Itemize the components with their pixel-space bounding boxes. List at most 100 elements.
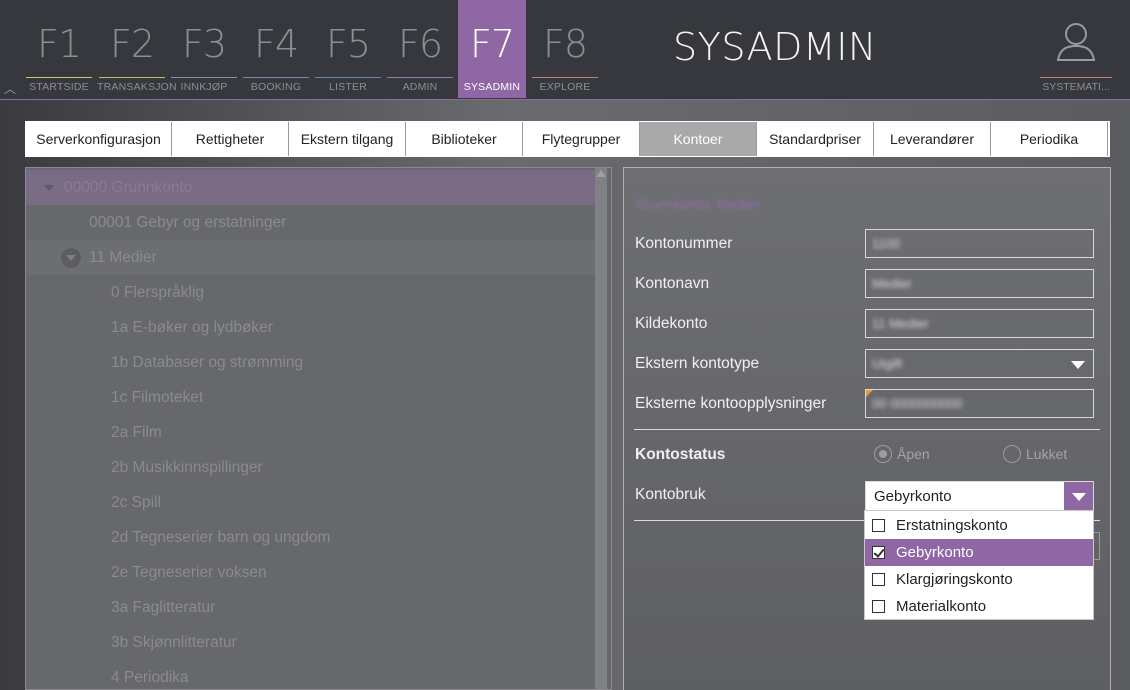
tree-item-label: 1b Databaser og strømming — [111, 354, 304, 371]
form-heading: Grunnkonto, Medier — [636, 196, 760, 212]
tree-item-label: 2b Musikkinnspillinger — [111, 459, 263, 476]
fkey-f4[interactable]: F4 BOOKING — [241, 0, 311, 98]
fkey-f6[interactable]: F6 ADMIN — [385, 0, 455, 98]
radio-circle-icon — [1003, 445, 1021, 463]
radio-circle-icon — [874, 445, 892, 463]
chevron-down-icon — [1071, 361, 1085, 369]
eksterne-kontoopplysninger-value: 00 0000000000 — [872, 396, 963, 411]
dropdown-option[interactable]: Klargjøringskonto — [865, 566, 1093, 593]
tree-item-label: 0 Flerspråklig — [111, 284, 205, 301]
checkbox[interactable] — [872, 546, 885, 559]
fkey-label: ADMIN — [402, 81, 438, 93]
fkey-underline — [26, 77, 92, 78]
fkey-number: F7 — [469, 22, 515, 66]
tree-item[interactable]: 2e Tegneserier voksen — [26, 555, 596, 590]
fkey-f2[interactable]: F2 TRANSAKSJON — [97, 0, 177, 98]
ekstern-kontotype-select[interactable]: Utgift — [865, 349, 1094, 378]
kontonavn-value: Medier — [872, 276, 912, 291]
account-tree: 00000 Grunnkonto 00001 Gebyr og erstatni… — [25, 167, 612, 690]
kontonummer-field[interactable]: 1100 — [865, 229, 1094, 258]
dropdown-option-label: Erstatningskonto — [896, 517, 1008, 534]
eksterne-kontoopplysninger-field[interactable]: 00 0000000000 — [865, 389, 1094, 418]
tree-item[interactable]: 3b Skjønnlitteratur — [26, 625, 596, 660]
kontonummer-label: Kontonummer — [635, 235, 733, 252]
tree-item-label: 00000 Grunnkonto — [64, 179, 193, 196]
kontonavn-label: Kontonavn — [635, 275, 710, 292]
fkey-f1[interactable]: F1 STARTSIDE — [24, 0, 94, 98]
tree-item[interactable]: 2b Musikkinnspillinger — [26, 450, 596, 485]
checkbox[interactable] — [872, 519, 885, 532]
tree-item[interactable]: 3a Faglitteratur — [26, 590, 596, 625]
tree-item-label: 4 Periodika — [111, 669, 189, 686]
radio-open-label: Åpen — [897, 446, 930, 462]
tree-item[interactable]: 1a E-bøker og lydbøker — [26, 310, 596, 345]
tree-item[interactable]: 00000 Grunnkonto — [26, 170, 596, 205]
scroll-up-arrow-icon[interactable] — [596, 170, 606, 177]
user-underline — [1040, 77, 1112, 78]
tree-item-label: 3a Faglitteratur — [111, 599, 216, 616]
dropdown-option-label: Materialkonto — [896, 598, 987, 615]
fkey-number: F3 — [181, 22, 227, 66]
tree-item[interactable]: 2d Tegneserier barn og ungdom — [26, 520, 596, 555]
expand-triangle-icon[interactable] — [44, 184, 54, 191]
fkey-underline — [532, 77, 598, 78]
checkbox[interactable] — [872, 573, 885, 586]
user-label: SYSTEMATI... — [1042, 81, 1110, 93]
tree-item[interactable]: 11 Medier — [26, 240, 596, 275]
tree-item-label: 11 Medier — [89, 249, 157, 266]
tree-item[interactable]: 2a Film — [26, 415, 596, 450]
kontonavn-field[interactable]: Medier — [865, 269, 1094, 298]
divider — [634, 429, 1100, 430]
kildekonto-field[interactable]: 11 Medier — [865, 309, 1094, 338]
tab-biblioteker[interactable]: Biblioteker — [406, 122, 523, 156]
tab-leverandorer[interactable]: Leverandører — [874, 122, 991, 156]
fkey-f3[interactable]: F3 INNKJØP — [169, 0, 239, 98]
fkey-underline — [99, 77, 165, 78]
tree-item[interactable]: 1c Filmoteket — [26, 380, 596, 415]
dropdown-option-label: Klargjøringskonto — [896, 571, 1013, 588]
tab-flytegrupper[interactable]: Flytegrupper — [523, 122, 640, 156]
radio-closed-label: Lukket — [1026, 446, 1068, 462]
tab-kontoer[interactable]: Kontoer — [640, 122, 757, 156]
fkey-underline — [243, 77, 309, 78]
tab-standardpriser[interactable]: Standardpriser — [757, 122, 874, 156]
tab-rettigheter[interactable]: Rettigheter — [172, 122, 289, 156]
kontobruk-select[interactable]: Gebyrkonto — [865, 481, 1094, 511]
tree-item-label: 2c Spill — [111, 494, 161, 511]
tree-item[interactable]: 0 Flerspråklig — [26, 275, 596, 310]
kildekonto-label: Kildekonto — [635, 315, 708, 332]
fkey-number: F4 — [253, 22, 299, 66]
ekstern-kontotype-label: Ekstern kontotype — [635, 355, 760, 372]
fkey-f5[interactable]: F5 LISTER — [313, 0, 383, 98]
fkey-f7[interactable]: F7 SYSADMIN — [458, 0, 526, 98]
radio-closed[interactable]: Lukket — [1003, 445, 1067, 463]
fkey-label: LISTER — [329, 81, 367, 93]
tree-item-label: 2e Tegneserier voksen — [111, 564, 267, 581]
tree-item[interactable]: 4 Periodika — [26, 660, 596, 689]
expand-triangle-icon[interactable] — [61, 247, 81, 268]
tree-item[interactable]: 00001 Gebyr og erstatninger — [26, 205, 596, 240]
user-menu[interactable]: SYSTEMATI... — [1040, 20, 1112, 98]
radio-open[interactable]: Åpen — [874, 445, 930, 463]
checkbox[interactable] — [872, 600, 885, 613]
kontobruk-value: Gebyrkonto — [874, 488, 952, 505]
tree-item-label: 2d Tegneserier barn og ungdom — [111, 529, 331, 546]
dropdown-option[interactable]: Gebyrkonto — [865, 539, 1093, 566]
tree-scrollbar[interactable] — [595, 168, 607, 689]
kontonummer-value: 1100 — [872, 236, 900, 251]
kontostatus-label: Kontostatus — [635, 446, 726, 463]
tab-serverkonfigurasjon[interactable]: Serverkonfigurasjon — [26, 122, 172, 156]
chevron-down-icon[interactable] — [1064, 482, 1093, 510]
tree-item[interactable]: 1b Databaser og strømming — [26, 345, 596, 380]
fkey-f8[interactable]: F8 EXPLORE — [530, 0, 600, 98]
eksterne-kontoopplysninger-label: Eksterne kontoopplysninger — [635, 395, 827, 412]
tab-ekstern-tilgang[interactable]: Ekstern tilgang — [289, 122, 406, 156]
tree-item[interactable]: 2c Spill — [26, 485, 596, 520]
tab-periodika[interactable]: Periodika — [991, 122, 1108, 156]
dropdown-option[interactable]: Erstatningskonto — [865, 512, 1093, 539]
fkey-label: SYSADMIN — [463, 81, 521, 93]
fkey-number: F5 — [325, 22, 371, 66]
top-navigation-bar: F1 STARTSIDE F2 TRANSAKSJON F3 INNKJØP F… — [0, 0, 1130, 100]
chevron-up-icon[interactable]: ︿ — [4, 80, 16, 97]
dropdown-option[interactable]: Materialkonto — [865, 593, 1093, 620]
